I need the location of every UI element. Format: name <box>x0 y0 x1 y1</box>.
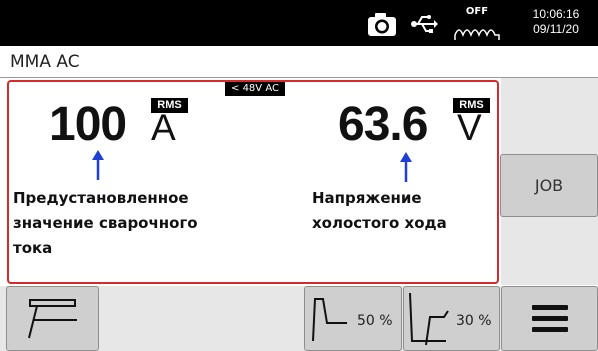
annotation-line: Предустановленное <box>13 189 189 207</box>
voltage-reduction-off-icon: OFF <box>452 6 502 42</box>
arc-force-button[interactable]: 30 % <box>403 286 500 351</box>
vrd-off-label: OFF <box>465 6 489 17</box>
hamburger-menu-icon <box>532 305 568 332</box>
annotation-line: значение сварочного <box>13 214 198 232</box>
arrow-up-icon <box>400 152 412 182</box>
mode-bar: MMA AC <box>0 46 598 78</box>
annotation-line: Напряжение <box>312 189 422 207</box>
date-display: 09/11/20 <box>533 22 579 36</box>
camera-icon[interactable] <box>366 12 398 38</box>
voltage-limit-badge: < 48V AC <box>225 82 285 96</box>
time-display: 10:06:16 <box>532 7 580 21</box>
clock: 10:06:16 09/11/20 <box>518 7 594 37</box>
current-unit: A <box>151 107 176 148</box>
arc-force-icon <box>409 292 449 346</box>
voltage-value: 63.6 <box>338 98 428 151</box>
electrode-holder-button[interactable] <box>6 286 99 351</box>
annotation-line: тока <box>13 239 53 257</box>
current-value[interactable]: 100 <box>49 97 127 153</box>
annotation-line: холостого хода <box>312 214 447 232</box>
arrow-up-icon <box>92 150 104 180</box>
hot-start-button[interactable]: 50 % <box>304 286 402 351</box>
hot-start-value: 50 % <box>357 313 393 329</box>
job-button[interactable]: JOB <box>500 154 598 217</box>
usb-icon <box>411 15 438 33</box>
status-bar: OFF 10:06:16 09/11/20 <box>0 0 598 46</box>
voltage-annotation: Напряжение холостого хода <box>312 186 492 236</box>
menu-button[interactable] <box>501 286 598 351</box>
voltage-unit: V <box>457 107 482 148</box>
electrode-holder-icon <box>28 299 77 339</box>
welding-mode-label: MMA AC <box>10 52 80 72</box>
arc-force-value: 30 % <box>456 313 492 329</box>
current-annotation: Предустановленное значение сварочного то… <box>13 186 263 261</box>
hot-start-icon <box>312 298 347 342</box>
